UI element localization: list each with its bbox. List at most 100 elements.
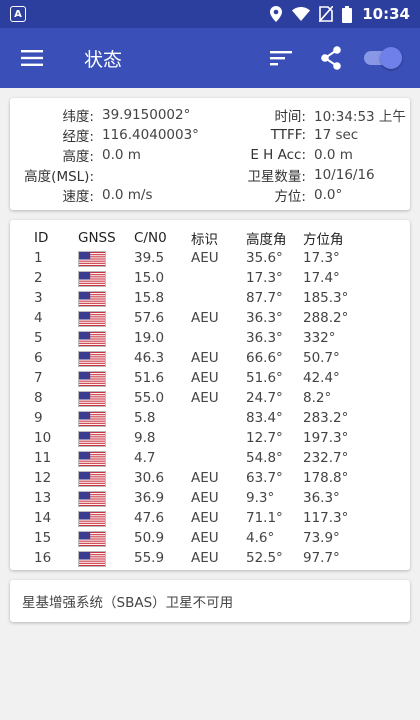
cell-flags — [191, 268, 246, 288]
cell-id: 15 — [34, 530, 52, 546]
cell-gnss — [78, 288, 134, 308]
cell-id: 8 — [34, 390, 43, 406]
cell-elevation: 4.6° — [246, 530, 275, 546]
status-value: 0.0 m — [102, 147, 141, 163]
usa-flag-icon — [78, 510, 106, 527]
cell-id: 1 — [34, 250, 43, 266]
table-row: 11 4.7 54.8° 232.7° — [34, 448, 373, 468]
status-value: 116.4040003° — [102, 127, 199, 143]
usa-flag-icon — [78, 430, 106, 447]
header-gnss: GNSS — [78, 230, 116, 246]
cell-azimuth: 185.3° — [303, 290, 349, 306]
cell-gnss — [78, 528, 134, 548]
cell-elevation: 17.3° — [246, 270, 283, 286]
cell-gnss — [78, 428, 134, 448]
sbas-message: 星基增强系统（SBAS）卫星不可用 — [22, 595, 234, 611]
table-row: 13 36.9 AEU 9.3° 36.3° — [34, 488, 373, 508]
cell-id: 6 — [34, 350, 43, 366]
cell-azimuth: 117.3° — [303, 510, 349, 526]
header-azimuth: 方位角 — [303, 232, 344, 248]
cell-elevation: 63.7° — [246, 470, 283, 486]
cell-elevation: 66.6° — [246, 350, 283, 366]
cell-elevation: 36.3° — [246, 310, 283, 326]
cell-elevation: 24.7° — [246, 390, 283, 406]
status-value-2: 0.0° — [314, 187, 343, 203]
cell-gnss — [78, 548, 134, 568]
header-flags: 标识 — [191, 232, 218, 248]
cell-id: 14 — [34, 510, 52, 526]
cell-id: 11 — [34, 450, 52, 466]
cell-gnss — [78, 348, 134, 368]
cell-flags — [191, 328, 246, 348]
usa-flag-icon — [78, 530, 106, 547]
sort-icon — [270, 51, 292, 66]
usa-flag-icon — [78, 270, 106, 287]
usa-flag-icon — [78, 370, 106, 387]
status-label-2: 卫星数量: — [247, 169, 306, 185]
status-label: 高度(MSL): — [24, 169, 94, 185]
share-icon — [321, 46, 341, 70]
toggle-switch[interactable] — [362, 45, 406, 71]
cell-cn0: 15.8 — [134, 290, 165, 306]
cell-flags: AEU — [191, 250, 219, 266]
table-row: 12 30.6 AEU 63.7° 178.8° — [34, 468, 373, 488]
cell-cn0: 5.8 — [134, 410, 156, 426]
cell-cn0: 46.3 — [134, 350, 165, 366]
usa-flag-icon — [78, 470, 106, 487]
cell-cn0: 47.6 — [134, 510, 165, 526]
status-row: 经度: 116.4040003° TTFF: 17 sec — [10, 125, 410, 145]
cell-cn0: 4.7 — [134, 450, 156, 466]
cell-azimuth: 17.4° — [303, 270, 340, 286]
wifi-icon — [292, 7, 311, 21]
cell-azimuth: 42.4° — [303, 370, 340, 386]
cell-azimuth: 36.3° — [303, 490, 340, 506]
app-bar: 状态 — [0, 28, 420, 88]
table-row: 3 15.8 87.7° 185.3° — [34, 288, 373, 308]
cell-flags: AEU — [191, 510, 219, 526]
no-sim-icon — [319, 6, 334, 22]
status-value: 39.9150002° — [102, 107, 191, 123]
cell-id: 16 — [34, 550, 52, 566]
toggle-knob — [380, 47, 402, 69]
cell-cn0: 19.0 — [134, 330, 165, 346]
cell-azimuth: 73.9° — [303, 530, 340, 546]
cell-cn0: 15.0 — [134, 270, 165, 286]
cell-gnss — [78, 328, 134, 348]
page-title: 状态 — [84, 48, 123, 71]
cell-elevation: 87.7° — [246, 290, 283, 306]
sbas-card: 星基增强系统（SBAS）卫星不可用 — [10, 580, 410, 622]
sort-button[interactable] — [256, 28, 306, 88]
usa-flag-icon — [78, 310, 106, 327]
cell-id: 3 — [34, 290, 43, 306]
cell-flags — [191, 288, 246, 308]
cell-flags: AEU — [191, 350, 219, 366]
table-row: 1 39.5 AEU 35.6° 17.3° — [34, 248, 373, 268]
table-row: 16 55.9 AEU 52.5° 97.7° — [34, 548, 373, 568]
satellite-card: ID GNSS C/N0 标识 高度角 方位角 1 39.5 AEU 35.6° 17.… — [10, 220, 410, 570]
status-label: 高度: — [62, 149, 94, 165]
app-a-icon: A — [10, 6, 26, 22]
table-row: 5 19.0 36.3° 332° — [34, 328, 373, 348]
cell-elevation: 12.7° — [246, 430, 283, 446]
table-row: 14 47.6 AEU 71.1° 117.3° — [34, 508, 373, 528]
status-label: 纬度: — [62, 109, 94, 125]
cell-azimuth: 197.3° — [303, 430, 349, 446]
share-button[interactable] — [306, 28, 356, 88]
header-elevation: 高度角 — [246, 232, 287, 248]
cell-flags — [191, 428, 246, 448]
cell-id: 10 — [34, 430, 52, 446]
cell-azimuth: 50.7° — [303, 350, 340, 366]
cell-azimuth: 97.7° — [303, 550, 340, 566]
cell-azimuth: 8.2° — [303, 390, 332, 406]
menu-button[interactable] — [0, 28, 64, 88]
table-row: 2 15.0 17.3° 17.4° — [34, 268, 373, 288]
status-label-2: TTFF: — [270, 127, 306, 143]
cell-elevation: 52.5° — [246, 550, 283, 566]
status-value-2: 10/16/16 — [314, 167, 375, 183]
cell-cn0: 30.6 — [134, 470, 165, 486]
cell-elevation: 71.1° — [246, 510, 283, 526]
header-cn0: C/N0 — [134, 230, 167, 246]
usa-flag-icon — [78, 250, 106, 267]
status-row: 速度: 0.0 m/s 方位: 0.0° — [10, 185, 410, 205]
status-card: 纬度: 39.9150002° 时间: 10:34:53 上午 经度: 116.40400… — [10, 98, 410, 210]
